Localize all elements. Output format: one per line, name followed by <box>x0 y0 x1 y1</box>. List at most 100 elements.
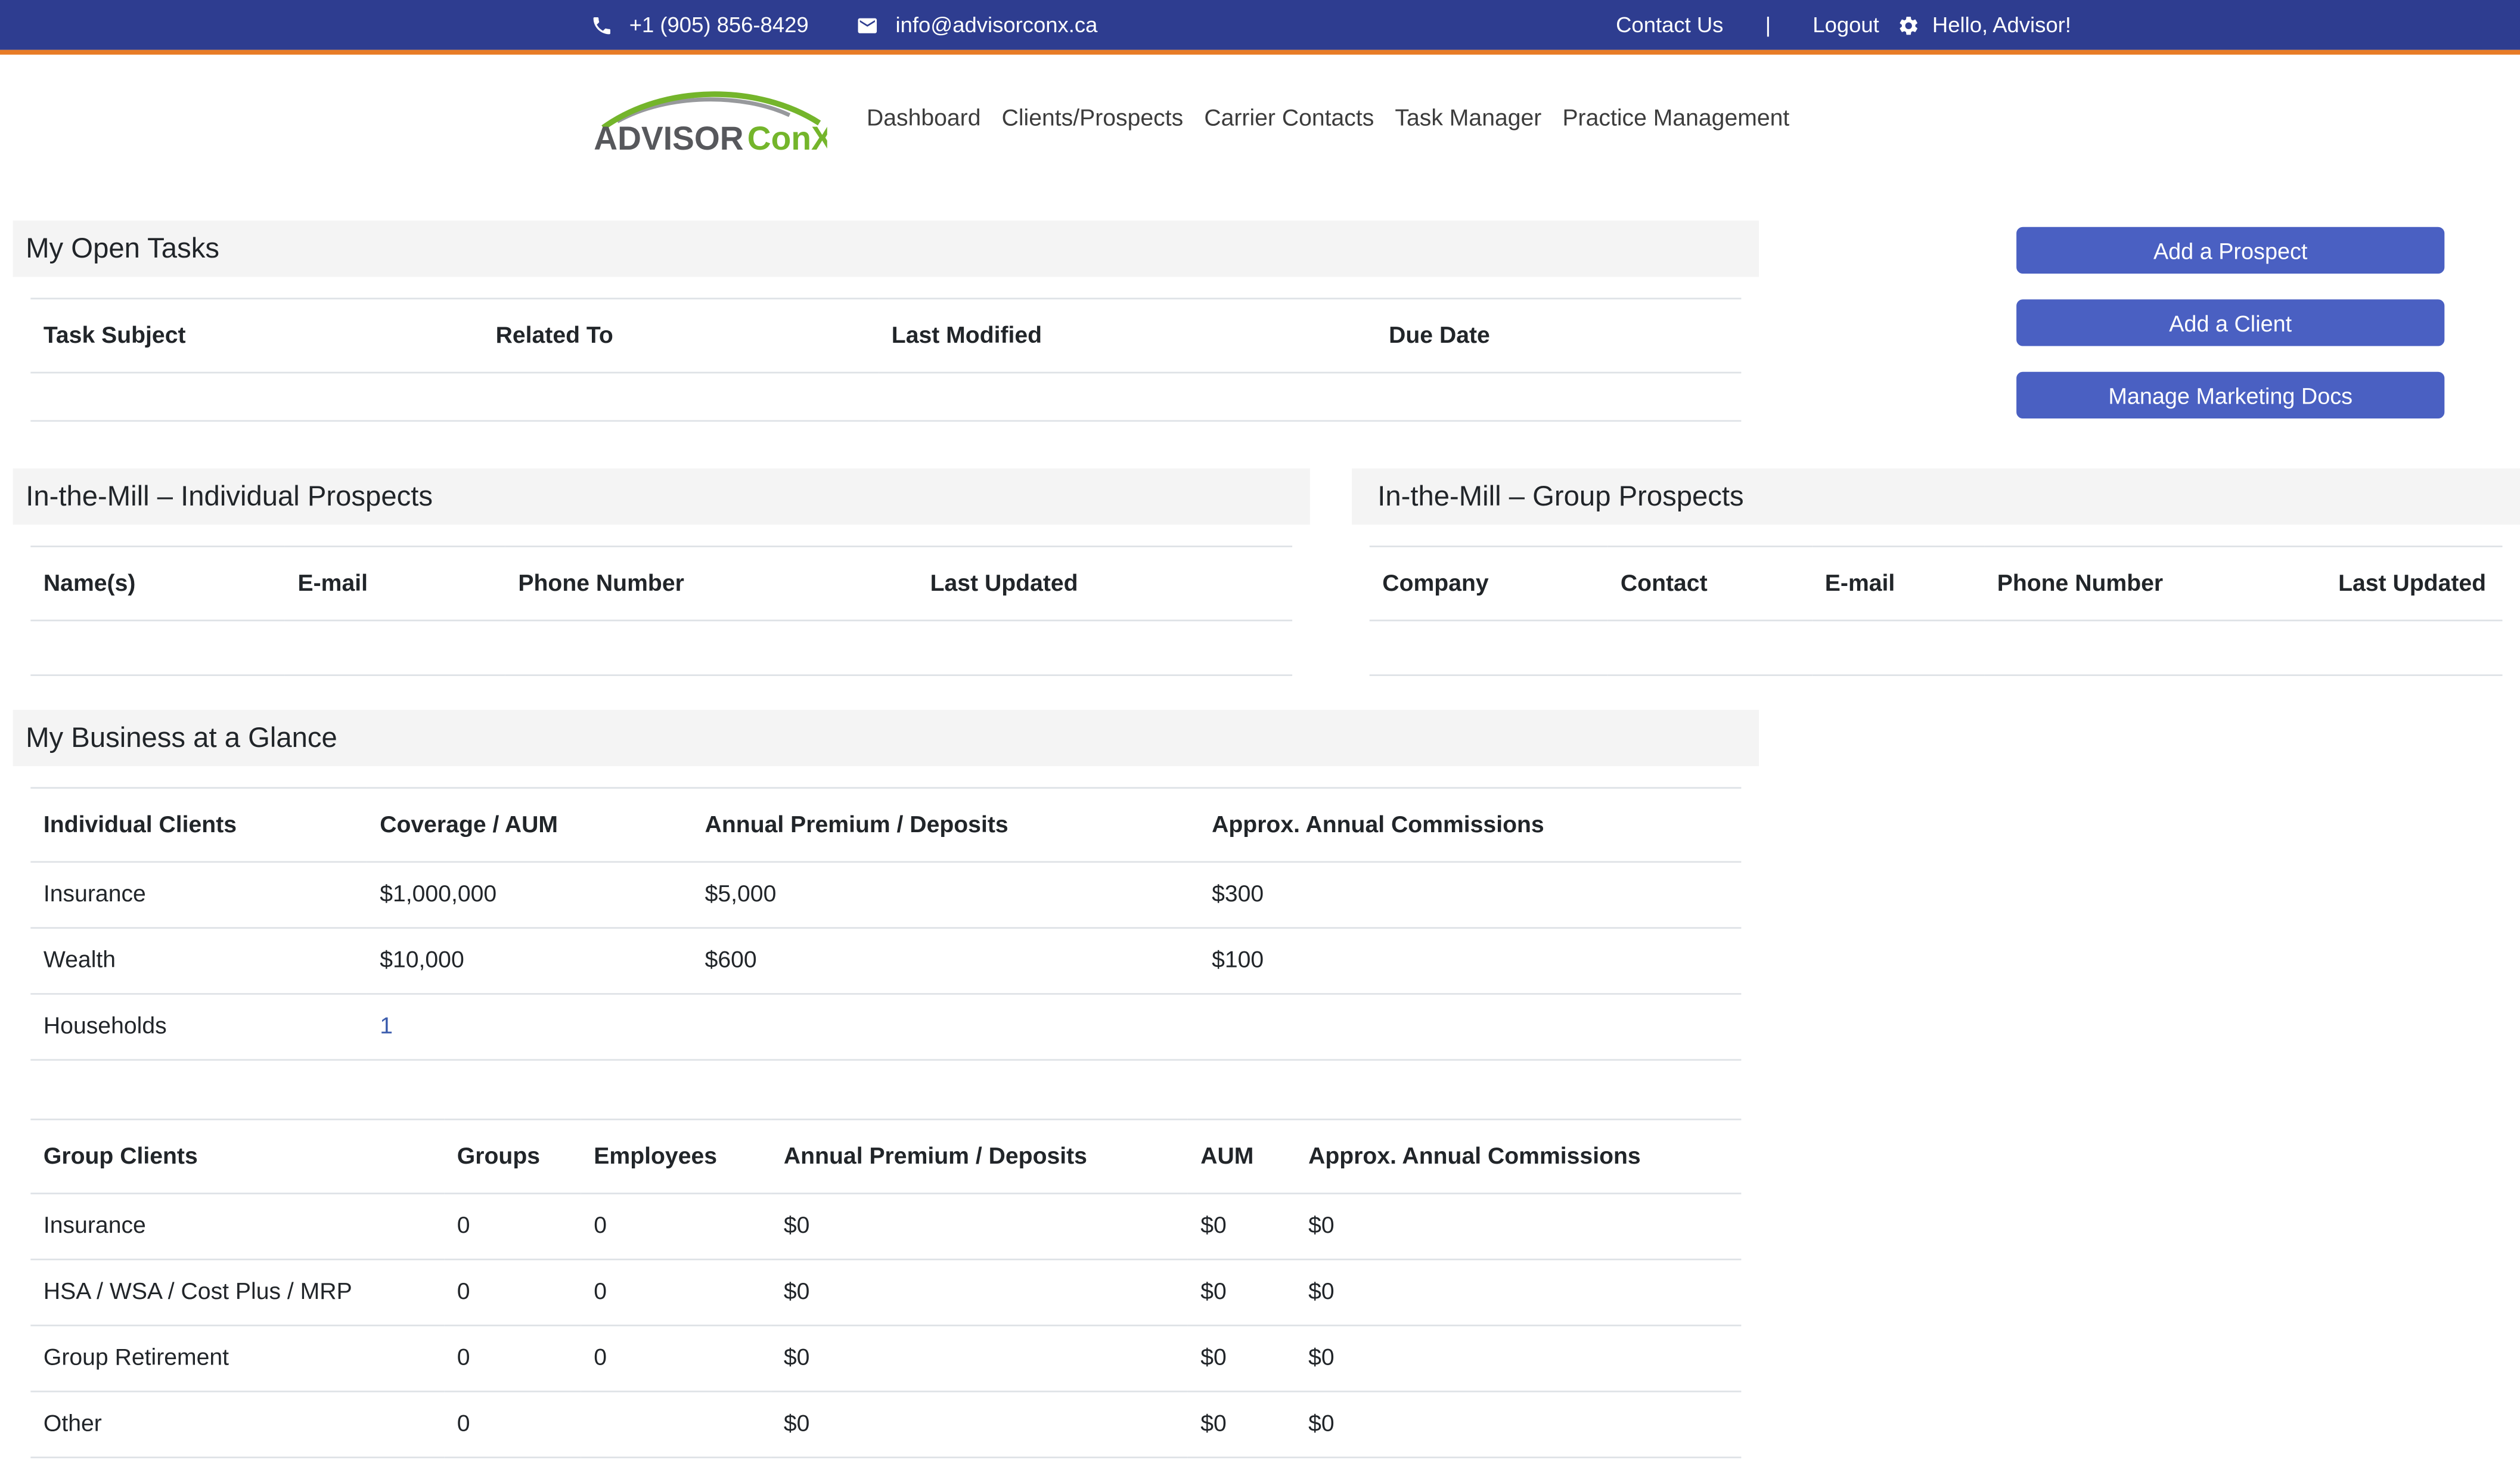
column-header: Last Modified <box>879 297 1376 374</box>
row-label: HSA / WSA / Cost Plus / MRP <box>30 1259 445 1326</box>
commissions-value: $300 <box>1199 861 1742 929</box>
aum-value: $0 <box>1187 1193 1296 1261</box>
column-header: Annual Premium / Deposits <box>692 787 1199 863</box>
empty-table-row <box>30 620 1293 677</box>
add-prospect-button[interactable]: Add a Prospect <box>2016 227 2445 274</box>
open-tasks-header: My Open Tasks <box>13 220 1759 277</box>
column-header: Coverage / AUM <box>367 787 692 863</box>
premium-value: $0 <box>771 1193 1188 1261</box>
manage-marketing-docs-button[interactable]: Manage Marketing Docs <box>2016 371 2445 418</box>
groups-value: 0 <box>444 1259 581 1326</box>
households-count-link[interactable]: 1 <box>367 994 692 1061</box>
table-header-row: Group Clients Groups Employees Annual Pr… <box>30 1118 1742 1195</box>
column-header: Phone Number <box>1984 545 2326 622</box>
accent-divider <box>0 49 2520 55</box>
aum-value: $0 <box>1187 1391 1296 1459</box>
column-header: E-mail <box>1812 545 1985 622</box>
row-label: Insurance <box>30 861 367 929</box>
table-row: Insurance 0 0 $0 $0 $0 <box>30 1193 1742 1261</box>
open-tasks-table: Task Subject Related To Last Modified Du… <box>30 297 1742 422</box>
premium-value: $0 <box>771 1325 1188 1393</box>
column-header: Individual Clients <box>30 787 367 863</box>
column-header: Employees <box>581 1118 771 1195</box>
nav-dashboard[interactable]: Dashboard <box>856 106 991 131</box>
phone-contact[interactable]: +1 (905) 856-8429 <box>591 13 809 38</box>
individual-prospects-header: In-the-Mill – Individual Prospects <box>13 468 1310 525</box>
premium-value: $0 <box>771 1391 1188 1459</box>
column-header: Last Updated <box>917 545 1293 622</box>
add-client-button[interactable]: Add a Client <box>2016 299 2445 346</box>
table-header-row: Individual Clients Coverage / AUM Annual… <box>30 787 1742 863</box>
aum-value: $0 <box>1187 1325 1296 1393</box>
row-label: Households <box>30 994 367 1061</box>
premium-value <box>692 994 1199 1061</box>
contact-us-link[interactable]: Contact Us <box>1616 13 1723 38</box>
individual-clients-table: Individual Clients Coverage / AUM Annual… <box>30 787 1742 1061</box>
table-header-row: Company Contact E-mail Phone Number Last… <box>1369 545 2503 622</box>
table-row: Insurance $1,000,000 $5,000 $300 <box>30 861 1742 929</box>
business-glance-title: My Business at a Glance <box>26 721 337 753</box>
brand-logo-graphic: ADVISOR ConX <box>594 91 827 157</box>
commissions-value: $0 <box>1295 1259 1742 1326</box>
commissions-value: $0 <box>1295 1325 1742 1393</box>
group-prospects-table: Company Contact E-mail Phone Number Last… <box>1369 545 2503 677</box>
row-label: Other <box>30 1391 445 1459</box>
user-greeting: Hello, Advisor! <box>1932 13 2071 38</box>
group-prospects-title: In-the-Mill – Group Prospects <box>1377 479 1744 512</box>
gear-icon <box>1899 15 1917 34</box>
row-label: Wealth <box>30 928 367 995</box>
logout-link[interactable]: Logout <box>1813 13 1879 38</box>
column-header: Approx. Annual Commissions <box>1295 1118 1742 1195</box>
email-address: info@advisorconx.ca <box>895 13 1098 38</box>
empty-table-row <box>1369 620 2503 677</box>
empty-cell <box>1369 620 2503 677</box>
column-header: AUM <box>1187 1118 1296 1195</box>
open-tasks-title: My Open Tasks <box>26 231 219 264</box>
table-header-row: Task Subject Related To Last Modified Du… <box>30 297 1742 374</box>
empty-cell <box>30 620 1293 677</box>
table-row: Group Retirement 0 0 $0 $0 $0 <box>30 1325 1742 1393</box>
individual-prospects-panel: In-the-Mill – Individual Prospects Name(… <box>13 468 1310 677</box>
topbar-divider: | <box>1765 13 1771 38</box>
envelope-icon <box>858 17 878 33</box>
email-contact[interactable]: info@advisorconx.ca <box>857 13 1098 38</box>
coverage-aum-value: $10,000 <box>367 928 692 995</box>
coverage-aum-value: $1,000,000 <box>367 861 692 929</box>
topbar: +1 (905) 856-8429 info@advisorconx.ca Co… <box>0 0 2520 50</box>
logo-swoosh-gray-icon <box>616 97 791 123</box>
main-navbar: ADVISOR ConX Dashboard Clients/Prospects… <box>0 54 2520 182</box>
empty-table-row <box>30 373 1742 422</box>
brand-logo[interactable]: ADVISOR ConX <box>592 79 827 157</box>
primary-nav: Dashboard Clients/Prospects Carrier Cont… <box>856 106 1799 131</box>
premium-value: $5,000 <box>692 861 1199 929</box>
business-glance-header: My Business at a Glance <box>13 709 1759 767</box>
employees-value: 0 <box>581 1193 771 1261</box>
business-glance-panel: My Business at a Glance Individual Clien… <box>13 709 1759 1459</box>
nav-task-manager[interactable]: Task Manager <box>1385 106 1552 131</box>
column-header: E-mail <box>284 545 505 622</box>
individual-prospects-table: Name(s) E-mail Phone Number Last Updated <box>30 545 1293 677</box>
topbar-contact-info: +1 (905) 856-8429 info@advisorconx.ca <box>591 13 1098 38</box>
nav-practice-management[interactable]: Practice Management <box>1552 106 1800 131</box>
phone-number: +1 (905) 856-8429 <box>629 13 809 38</box>
phone-icon <box>593 16 610 34</box>
nav-carrier-contacts[interactable]: Carrier Contacts <box>1194 106 1385 131</box>
table-row: Other 0 $0 $0 $0 <box>30 1391 1742 1459</box>
premium-value: $0 <box>771 1259 1188 1326</box>
group-clients-table: Group Clients Groups Employees Annual Pr… <box>30 1118 1742 1459</box>
empty-cell <box>30 373 1742 422</box>
commissions-value <box>1199 994 1742 1061</box>
advisorconx-dashboard: +1 (905) 856-8429 info@advisorconx.ca Co… <box>0 0 2520 1476</box>
groups-value: 0 <box>444 1325 581 1393</box>
table-row: HSA / WSA / Cost Plus / MRP 0 0 $0 $0 $0 <box>30 1259 1742 1326</box>
aum-value: $0 <box>1187 1259 1296 1326</box>
column-header: Group Clients <box>30 1118 445 1195</box>
groups-value: 0 <box>444 1391 581 1459</box>
column-header: Due Date <box>1376 297 1742 374</box>
nav-clients-prospects[interactable]: Clients/Prospects <box>991 106 1194 131</box>
settings-control[interactable] <box>1897 14 1919 36</box>
commissions-value: $100 <box>1199 928 1742 995</box>
groups-value: 0 <box>444 1193 581 1261</box>
column-header: Contact <box>1607 545 1813 622</box>
brand-name-secondary: ConX <box>747 120 827 157</box>
